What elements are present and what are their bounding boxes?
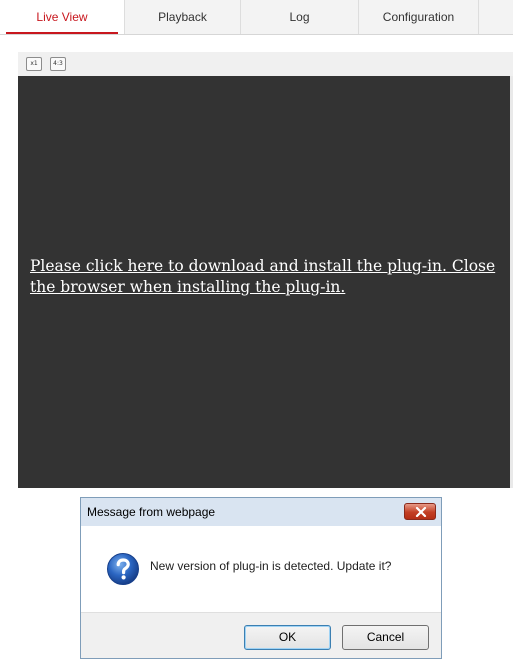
video-area: Please click here to download and instal… xyxy=(18,76,513,488)
dialog-footer: OK Cancel xyxy=(81,612,441,658)
dialog-message: New version of plug-in is detected. Upda… xyxy=(150,559,392,573)
dialog-title: Message from webpage xyxy=(87,505,216,519)
tab-log[interactable]: Log xyxy=(241,0,359,34)
dialog-titlebar[interactable]: Message from webpage xyxy=(81,498,441,526)
tab-configuration[interactable]: Configuration xyxy=(359,0,479,34)
close-icon xyxy=(415,507,427,517)
main-nav-tabs: Live View Playback Log Configuration xyxy=(0,0,513,35)
close-button[interactable] xyxy=(404,503,436,520)
question-icon xyxy=(107,553,139,585)
dialog-body: New version of plug-in is detected. Upda… xyxy=(81,526,441,612)
ok-button[interactable]: OK xyxy=(244,625,331,650)
live-view-panel: x1 4:3 Please click here to download and… xyxy=(0,36,513,488)
aspect-ratio-button[interactable]: 4:3 xyxy=(50,57,66,71)
view-toolbar: x1 4:3 xyxy=(18,52,513,76)
cancel-button[interactable]: Cancel xyxy=(342,625,429,650)
scale-x1-button[interactable]: x1 xyxy=(26,57,42,71)
download-plugin-link[interactable]: Please click here to download and instal… xyxy=(30,256,500,298)
tab-playback[interactable]: Playback xyxy=(125,0,241,34)
message-dialog: Message from webpage New version of plug… xyxy=(80,497,442,659)
tab-live-view[interactable]: Live View xyxy=(0,0,125,34)
